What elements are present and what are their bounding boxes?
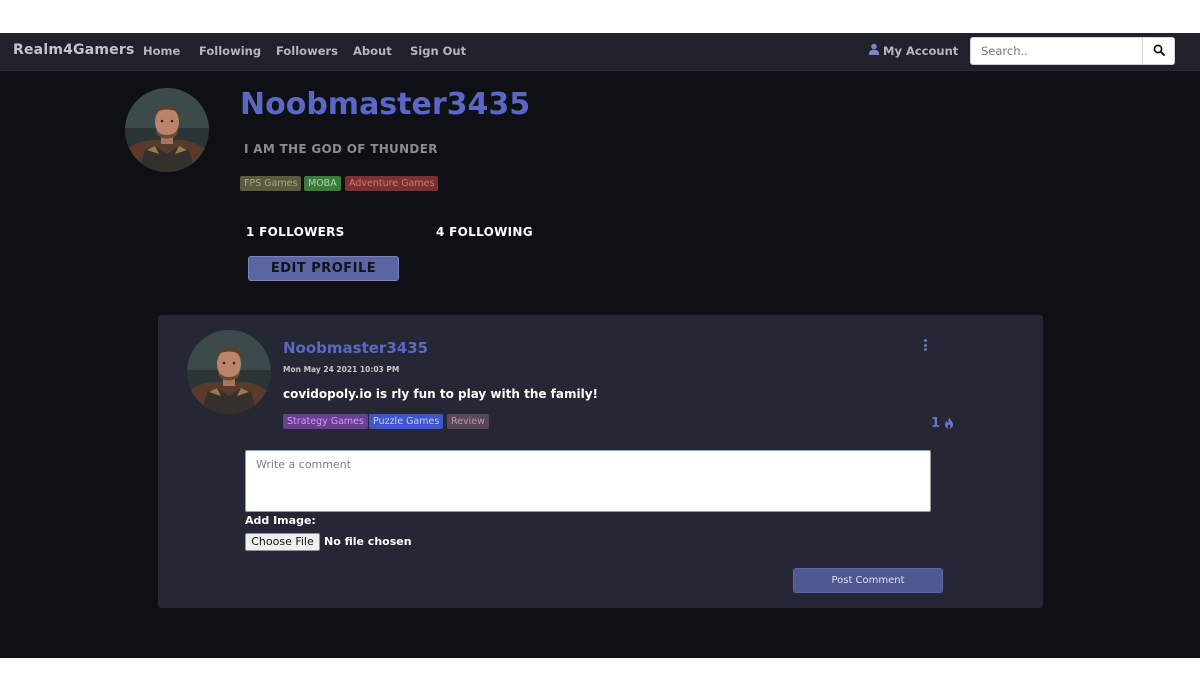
tag-label: FPS Games <box>244 178 298 189</box>
post-body: covidopoly.io is rly fun to play with th… <box>283 387 599 401</box>
like-count: 1 <box>931 416 941 431</box>
search-button[interactable] <box>1142 38 1174 64</box>
user-icon <box>868 43 880 58</box>
my-account-link[interactable]: My Account <box>868 43 958 58</box>
top-navbar: Realm4Gamers Home Following Followers Ab… <box>0 33 1200 71</box>
my-account-label: My Account <box>883 43 959 58</box>
tag-label: Adventure Games <box>349 178 435 189</box>
brand-logo[interactable]: Realm4Gamers <box>13 42 135 58</box>
kebab-menu-icon[interactable] <box>920 337 930 353</box>
file-status-text: No file chosen <box>324 535 412 548</box>
choose-file-button[interactable]: Choose File <box>245 533 320 551</box>
following-count[interactable]: 4 FOLLOWING <box>436 225 533 239</box>
nav-link-about[interactable]: About <box>353 44 392 58</box>
post-comment-button[interactable]: Post Comment <box>793 568 943 593</box>
tag-label: Strategy Games <box>287 416 364 427</box>
flame-icon <box>944 414 954 433</box>
post-tag-strategy-games[interactable]: Strategy Games <box>283 414 368 429</box>
search-icon <box>1153 44 1165 59</box>
post-author-name[interactable]: Noobmaster3435 <box>283 339 428 357</box>
nav-link-home[interactable]: Home <box>143 44 180 58</box>
profile-tag-moba[interactable]: MOBA <box>304 176 341 191</box>
nav-link-following[interactable]: Following <box>199 44 261 58</box>
search-input[interactable] <box>971 38 1143 64</box>
app-root: Realm4Gamers Home Following Followers Ab… <box>0 33 1200 658</box>
add-image-label: Add Image: <box>245 514 316 527</box>
comment-input[interactable] <box>245 450 931 512</box>
like-button[interactable]: 1 <box>931 414 954 433</box>
post-author-avatar <box>187 330 271 414</box>
edit-profile-button[interactable]: EDIT PROFILE <box>248 256 399 281</box>
profile-bio: I AM THE GOD OF THUNDER <box>244 142 438 156</box>
tag-label: MOBA <box>308 178 337 189</box>
post-tag-review[interactable]: Review <box>447 414 489 429</box>
profile-username: Noobmaster3435 <box>240 87 531 122</box>
followers-count[interactable]: 1 FOLLOWERS <box>246 225 345 239</box>
nav-link-sign-out[interactable]: Sign Out <box>410 44 466 58</box>
profile-avatar <box>125 88 209 172</box>
post-card: Noobmaster3435 Mon May 24 2021 10:03 PM … <box>158 315 1043 608</box>
tag-label: Puzzle Games <box>373 416 440 427</box>
post-tag-puzzle-games[interactable]: Puzzle Games <box>369 414 444 429</box>
profile-tag-fps-games[interactable]: FPS Games <box>240 176 302 191</box>
tag-label: Review <box>451 416 485 427</box>
post-timestamp: Mon May 24 2021 10:03 PM <box>283 365 400 374</box>
nav-link-followers[interactable]: Followers <box>276 44 338 58</box>
profile-tag-adventure-games[interactable]: Adventure Games <box>345 176 439 191</box>
search-form <box>970 37 1175 65</box>
